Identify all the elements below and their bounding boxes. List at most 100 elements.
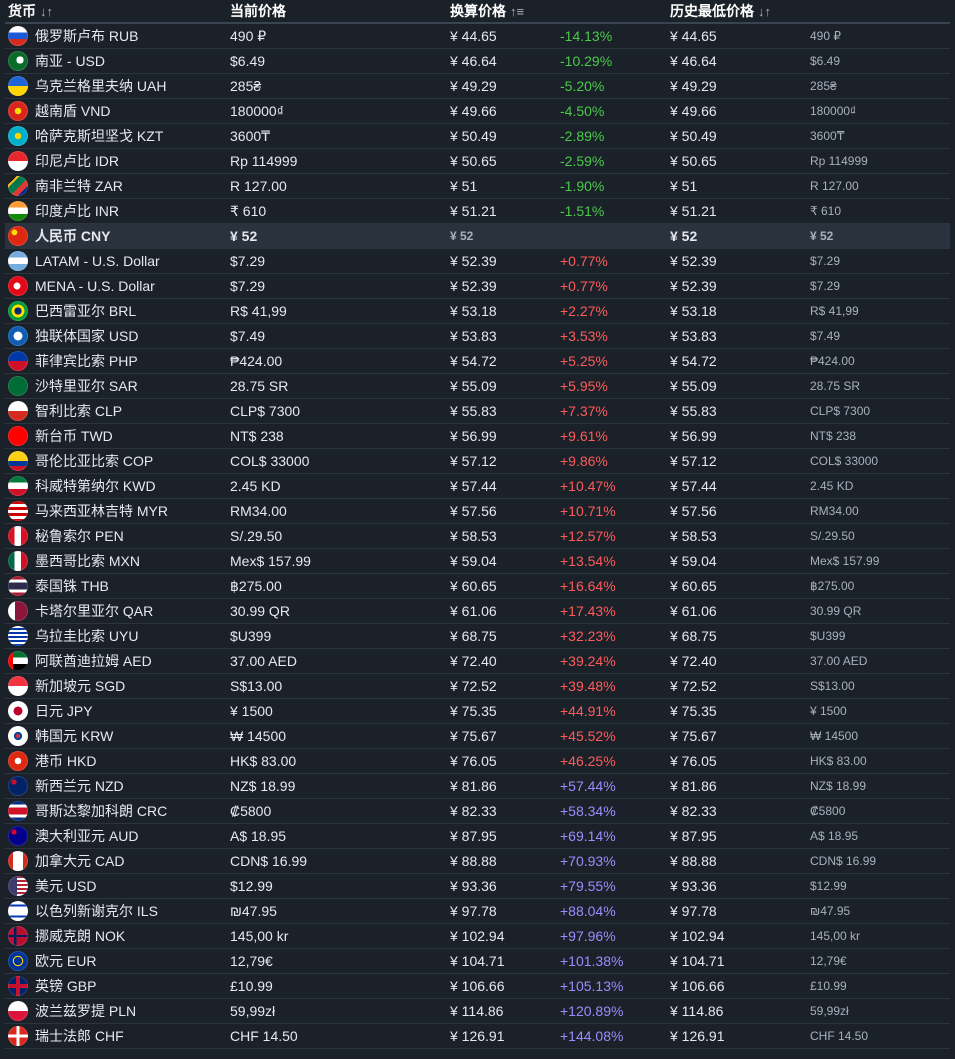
lowest-converted-price: ¥ 59.04 (667, 548, 807, 574)
lowest-local-price: ₪47.95 (807, 898, 950, 924)
price-difference: +10.71% (557, 498, 667, 524)
table-row: 科威特第纳尔 KWD 2.45 KD ¥ 57.44 +10.47% ¥ 57.44 2.… (5, 473, 950, 499)
price-difference (557, 223, 667, 249)
country-flag-icon (8, 526, 28, 546)
lowest-local-price: ₱424.00 (807, 348, 950, 374)
sort-icon[interactable]: ↓↑ (40, 4, 53, 19)
current-price: ¥ 1500 (227, 698, 447, 724)
currency-name: 挪威克朗 NOK (35, 928, 126, 944)
lowest-converted-price: ¥ 57.44 (667, 473, 807, 499)
current-price: 37.00 AED (227, 648, 447, 674)
lowest-local-price: ₩ 14500 (807, 723, 950, 749)
price-difference: +144.08% (557, 1023, 667, 1049)
currency-name: 瑞士法郎 CHF (35, 1028, 124, 1044)
current-price: RM34.00 (227, 498, 447, 524)
lowest-local-price: 490 ₽ (807, 23, 950, 49)
lowest-local-price: NZ$ 18.99 (807, 773, 950, 799)
table-row: 新加坡元 SGD S$13.00 ¥ 72.52 +39.48% ¥ 72.52 S$13… (5, 673, 950, 699)
price-difference: -1.51% (557, 198, 667, 224)
sort-ascending-icon[interactable]: ↑≡ (510, 4, 524, 19)
currency-name: MENA - U.S. Dollar (35, 278, 155, 294)
price-difference: +0.77% (557, 273, 667, 299)
lowest-converted-price: ¥ 82.33 (667, 798, 807, 824)
lowest-local-price: 30.99 QR (807, 598, 950, 624)
currency-name: 独联体国家 USD (35, 328, 139, 344)
currency-cell: LATAM - U.S. Dollar (5, 248, 227, 274)
currency-name: 美元 USD (35, 878, 97, 894)
converted-price: ¥ 57.44 (447, 473, 557, 499)
lowest-converted-price: ¥ 55.83 (667, 398, 807, 424)
lowest-local-price: 145,00 kr (807, 923, 950, 949)
currency-name: 乌克兰格里夫纳 UAH (35, 78, 167, 94)
lowest-local-price: 3600₸ (807, 123, 950, 149)
lowest-local-price: £10.99 (807, 973, 950, 999)
sort-icon[interactable]: ↓↑ (758, 4, 771, 19)
country-flag-icon (8, 301, 28, 321)
lowest-local-price: 28.75 SR (807, 373, 950, 399)
country-flag-icon (8, 701, 28, 721)
current-price: ₩ 14500 (227, 723, 447, 749)
current-price: 12,79€ (227, 948, 447, 974)
current-price: 490 ₽ (227, 23, 447, 49)
country-flag-icon (8, 326, 28, 346)
country-flag-icon (8, 51, 28, 71)
currency-name: 智利比索 CLP (35, 403, 123, 419)
currency-column-header[interactable]: 货币 ↓↑ (5, 0, 227, 24)
table-row: 美元 USD $12.99 ¥ 93.36 +79.55% ¥ 93.36 $12.99 (5, 873, 950, 899)
table-row: 韩国元 KRW ₩ 14500 ¥ 75.67 +45.52% ¥ 75.67 ₩ 145… (5, 723, 950, 749)
currency-name: 新加坡元 SGD (35, 678, 126, 694)
price-difference: +2.27% (557, 298, 667, 324)
currency-cell: 印度卢比 INR (5, 198, 227, 224)
lowest-converted-price: ¥ 53.83 (667, 323, 807, 349)
converted-price: ¥ 106.66 (447, 973, 557, 999)
current-price: R 127.00 (227, 173, 447, 199)
table-header: 货币 ↓↑ 当前价格 换算价格 ↑≡ 历史最低价格 ↓↑ (5, 0, 950, 24)
currency-name: 阿联酋迪拉姆 AED (35, 653, 152, 669)
country-flag-icon (8, 251, 28, 271)
current-price-column-header: 当前价格 (227, 0, 447, 24)
lowest-converted-price: ¥ 76.05 (667, 748, 807, 774)
currency-cell: 人民币 CNY (5, 223, 227, 249)
currency-name: 马来西亚林吉特 MYR (35, 503, 168, 519)
currency-cell: 新台币 TWD (5, 423, 227, 449)
currency-cell: 新加坡元 SGD (5, 673, 227, 699)
country-flag-icon (8, 101, 28, 121)
lowest-converted-price: ¥ 88.88 (667, 848, 807, 874)
country-flag-icon (8, 451, 28, 471)
converted-price: ¥ 49.29 (447, 73, 557, 99)
lowest-local-price: 59,99zł (807, 998, 950, 1024)
currency-cell: 沙特里亚尔 SAR (5, 373, 227, 399)
price-difference: +16.64% (557, 573, 667, 599)
currency-name: 人民币 CNY (35, 228, 111, 244)
lowest-local-price: 37.00 AED (807, 648, 950, 674)
converted-price-column-header[interactable]: 换算价格 ↑≡ (447, 0, 667, 24)
current-price: $12.99 (227, 873, 447, 899)
price-difference: -2.59% (557, 148, 667, 174)
table-row: 加拿大元 CAD CDN$ 16.99 ¥ 88.88 +70.93% ¥ 88.88 C… (5, 848, 950, 874)
currency-name: 俄罗斯卢布 RUB (35, 28, 139, 44)
table-row: 阿联酋迪拉姆 AED 37.00 AED ¥ 72.40 +39.24% ¥ 72.40… (5, 648, 950, 674)
price-difference: +9.86% (557, 448, 667, 474)
country-flag-icon (8, 276, 28, 296)
lowest-local-price: ₹ 610 (807, 198, 950, 224)
lowest-converted-price: ¥ 75.67 (667, 723, 807, 749)
converted-price: ¥ 53.83 (447, 323, 557, 349)
country-flag-icon (8, 151, 28, 171)
converted-price: ¥ 114.86 (447, 998, 557, 1024)
country-flag-icon (8, 926, 28, 946)
table-row: 卡塔尔里亚尔 QAR 30.99 QR ¥ 61.06 +17.43% ¥ 61.06 3… (5, 598, 950, 624)
country-flag-icon (8, 126, 28, 146)
table-row: 南非兰特 ZAR R 127.00 ¥ 51 -1.90% ¥ 51 R 127.00 (5, 173, 950, 199)
currency-name: 港币 HKD (35, 753, 97, 769)
price-difference: +57.44% (557, 773, 667, 799)
lowest-price-column-header[interactable]: 历史最低价格 ↓↑ (667, 0, 950, 24)
price-difference: +5.95% (557, 373, 667, 399)
lowest-local-price: Mex$ 157.99 (807, 548, 950, 574)
country-flag-icon (8, 776, 28, 796)
table-row: 哈萨克斯坦坚戈 KZT 3600₸ ¥ 50.49 -2.89% ¥ 50.49 3600… (5, 123, 950, 149)
current-price: 28.75 SR (227, 373, 447, 399)
lowest-converted-price: ¥ 46.64 (667, 48, 807, 74)
table-row: 巴西雷亚尔 BRL R$ 41,99 ¥ 53.18 +2.27% ¥ 53.18 R$ … (5, 298, 950, 324)
price-difference: -14.13% (557, 23, 667, 49)
country-flag-icon (8, 951, 28, 971)
